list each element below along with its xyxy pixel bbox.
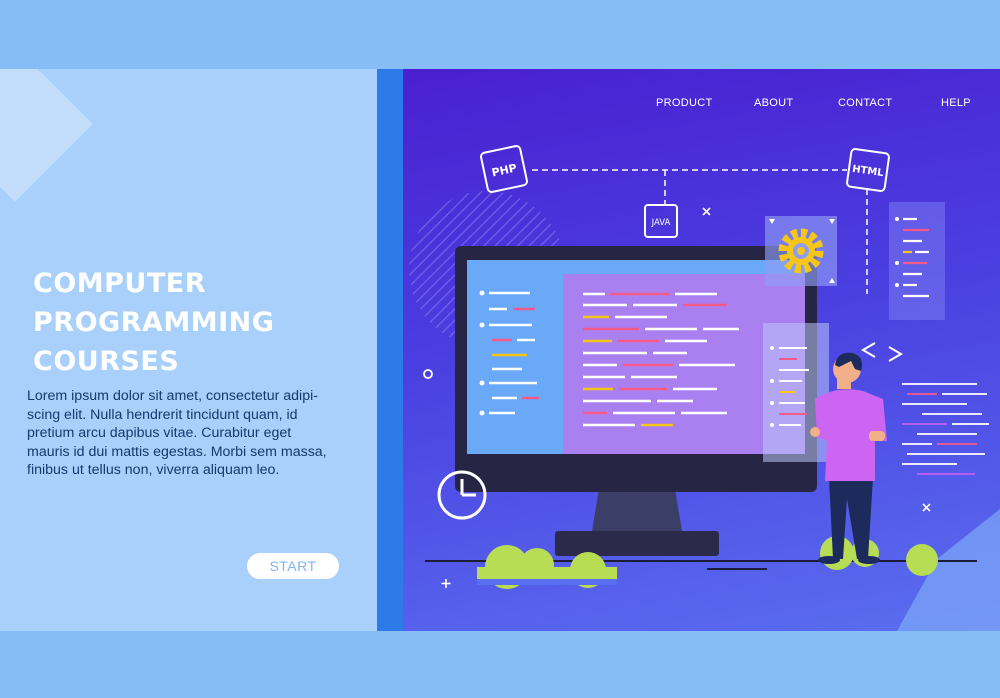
close-icon <box>702 207 711 216</box>
php-label: PHP <box>491 161 518 179</box>
hero-description: Lorem ipsum dolor sit amet, consectetur … <box>27 388 327 479</box>
page-title: COMPUTER PROGRAMMING COURSES <box>33 264 353 381</box>
start-button[interactable]: START <box>247 553 339 579</box>
java-label: JAVA <box>651 218 671 228</box>
close-icon <box>922 503 931 512</box>
bush-base <box>477 579 617 585</box>
title-line-1: COMPUTER <box>33 268 207 299</box>
html-tag: HTML <box>846 148 890 192</box>
decorative-diamond <box>0 69 93 202</box>
side-code-panel <box>889 202 945 320</box>
hero-illustration-panel: PRODUCT ABOUT CONTACT HELP PHP HTML JAVA <box>377 69 1000 631</box>
html-label: HTML <box>851 164 884 179</box>
title-line-2: PROGRAMMING <box>33 307 275 338</box>
floating-code-card <box>763 323 829 462</box>
php-tag: PHP <box>480 145 528 193</box>
small-ring <box>423 369 433 379</box>
floating-code-lines <box>902 383 989 475</box>
code-brackets-icon <box>861 342 903 362</box>
title-line-3: COURSES <box>33 346 180 377</box>
plus-icon <box>441 579 451 588</box>
gear-icon <box>778 228 824 274</box>
java-tag: JAVA <box>644 204 678 238</box>
left-panel: COMPUTER PROGRAMMING COURSES Lorem ipsum… <box>0 69 377 631</box>
programming-illustration: PHP HTML JAVA <box>409 145 1000 631</box>
gear-card <box>765 216 837 286</box>
